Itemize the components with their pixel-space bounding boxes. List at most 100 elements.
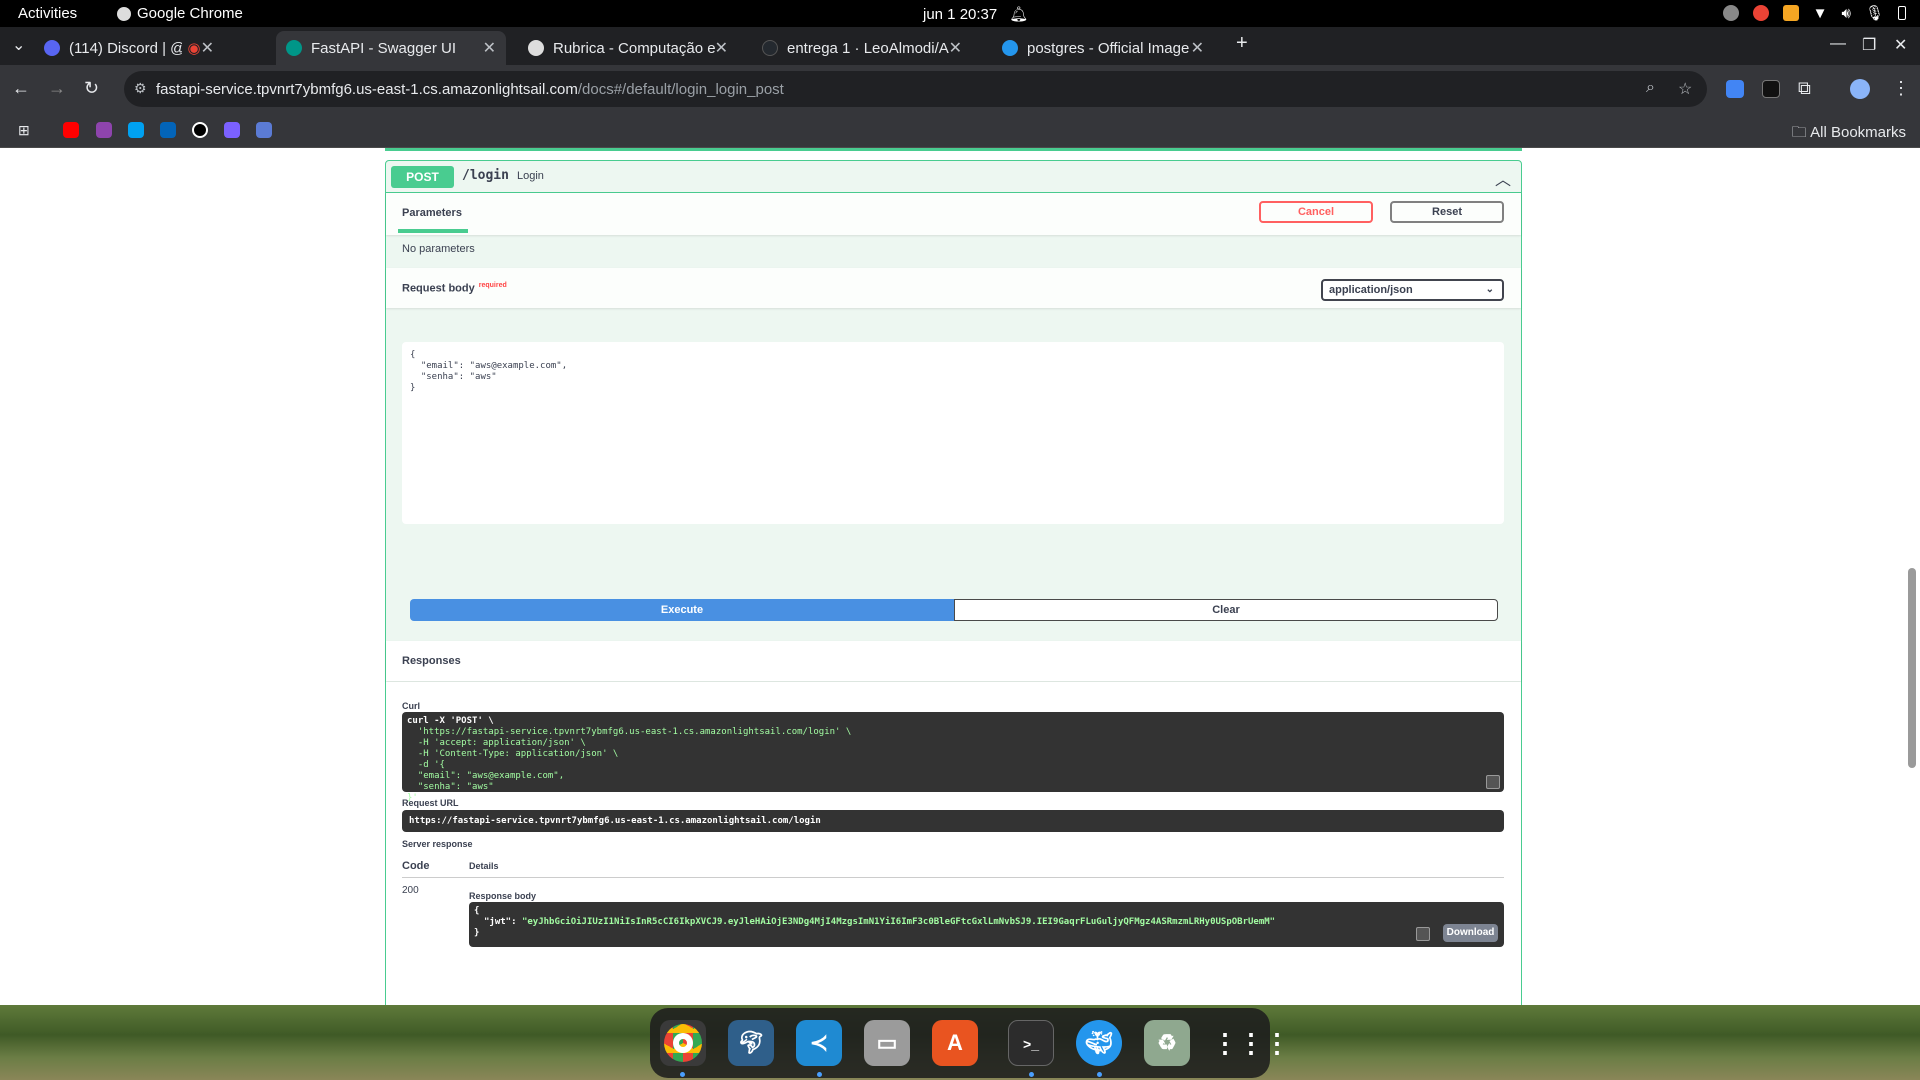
close-tab-icon[interactable]: ✕ <box>715 38 728 58</box>
activities-button[interactable]: Activities <box>18 5 77 22</box>
app-menu[interactable]: Google Chrome <box>117 5 243 22</box>
execute-button[interactable]: Execute <box>410 599 954 621</box>
forward-icon[interactable]: → <box>48 78 66 99</box>
parameters-header: Parameters Cancel Reset <box>386 193 1521 235</box>
copy-icon[interactable] <box>1416 927 1430 941</box>
no-parameters-text: No parameters <box>402 243 475 255</box>
chevron-up-icon[interactable]: ︿ <box>1495 166 1511 190</box>
tab-rubrica[interactable]: Rubrica - Computação er ✕ <box>518 31 738 65</box>
address-bar[interactable]: ⚙︎ fastapi-service.tpvnrt7ybmfg6.us-east… <box>124 71 1707 107</box>
youtube-bookmark-icon[interactable] <box>63 122 79 138</box>
tab-title: entrega 1 · LeoAlmodi/A <box>787 39 949 57</box>
response-body-block[interactable]: {"jwt": "eyJhbGciOiJIUzI1NiIsInR5cCI6Ikp… <box>469 902 1504 947</box>
response-key: "jwt": <box>484 917 522 927</box>
new-tab-icon[interactable]: + <box>1236 32 1248 55</box>
curl-line: "senha": "aws" <box>407 782 494 792</box>
notification-bell-icon: 🔔︎ <box>1009 6 1029 23</box>
outlook-bookmark-icon[interactable] <box>160 122 176 138</box>
profile-avatar[interactable] <box>1850 79 1870 99</box>
docker-hub-favicon-icon <box>1002 40 1018 56</box>
recording-icon: ◉ <box>187 40 201 57</box>
site-info-icon[interactable]: ⚙︎ <box>134 80 147 97</box>
microphone-icon[interactable]: 🎙︎ <box>1865 4 1884 22</box>
rubrica-favicon-icon <box>528 40 544 56</box>
update-tray-icon[interactable] <box>1782 5 1799 21</box>
all-bookmarks-label: All Bookmarks <box>1810 124 1906 141</box>
app-menu-label: Google Chrome <box>137 5 243 22</box>
request-url-block[interactable]: https://fastapi-service.tpvnrt7ybmfg6.us… <box>402 810 1504 832</box>
tab-search-icon[interactable]: ⌄ <box>12 35 25 55</box>
chrome-tray-icon[interactable] <box>1752 5 1769 21</box>
tab-postgres[interactable]: postgres - Official Image ✕ <box>992 31 1214 65</box>
cancel-button[interactable]: Cancel <box>1259 201 1373 223</box>
datetime: jun 1 20:37 <box>923 5 998 23</box>
close-window-icon[interactable]: ✕ <box>1894 35 1907 55</box>
copy-icon[interactable] <box>1486 775 1500 789</box>
bookmarks-bar: ⊞ 🗀︎ All Bookmarks <box>0 113 1920 148</box>
system-top-bar: Activities Google Chrome jun 1 20:37 🔔︎ … <box>0 0 1920 27</box>
curl-code-block[interactable]: curl -X 'POST' \ 'https://fastapi-servic… <box>402 712 1504 803</box>
close-tab-icon[interactable]: ✕ <box>1191 38 1204 58</box>
extensions-puzzle-icon[interactable]: ⧉ <box>1798 78 1811 99</box>
bookmark-icon[interactable] <box>256 122 272 138</box>
tab-parameters[interactable]: Parameters <box>402 207 462 219</box>
zoom-icon[interactable]: ⌕ <box>1646 79 1655 97</box>
terminal-dock-icon[interactable]: >_ <box>1008 1020 1054 1066</box>
openai-bookmark-icon[interactable] <box>192 122 208 138</box>
show-apps-icon[interactable]: ⋮⋮⋮ <box>1212 1020 1290 1066</box>
clock[interactable]: jun 1 20:37 🔔︎ <box>923 5 1029 24</box>
previous-operation-edge <box>385 148 1522 151</box>
chrome-dock-icon[interactable] <box>660 1020 706 1066</box>
mysql-workbench-dock-icon[interactable]: 🐬︎ <box>728 1020 774 1066</box>
close-tab-icon[interactable]: ✕ <box>483 38 496 58</box>
battery-icon[interactable] <box>1898 6 1906 20</box>
extension-icon[interactable] <box>1762 80 1780 98</box>
close-tab-icon[interactable]: ✕ <box>949 38 962 58</box>
bookmark-icon[interactable] <box>96 122 112 138</box>
bookmark-star-icon[interactable]: ☆ <box>1678 79 1692 99</box>
maximize-icon[interactable]: ❐ <box>1862 35 1876 55</box>
request-body-title: Request body <box>402 282 475 295</box>
vscode-dock-icon[interactable]: ≺ <box>796 1020 842 1066</box>
system-tray[interactable]: ▼ 🔊︎ 🎙︎ <box>1722 4 1906 22</box>
volume-icon[interactable]: 🔊︎ <box>1842 5 1851 22</box>
minimize-icon[interactable]: — <box>1830 35 1846 53</box>
bookmark-icon[interactable] <box>224 122 240 138</box>
files-dock-icon[interactable]: ▭ <box>864 1020 910 1066</box>
close-tab-icon[interactable]: ✕ <box>201 38 214 58</box>
running-indicator <box>680 1072 685 1077</box>
tab-title: FastAPI - Swagger UI <box>311 39 457 57</box>
response-open-brace: { <box>474 906 480 916</box>
responses-title: Responses <box>402 655 461 667</box>
tab-discord[interactable]: (114) Discord | @acal ◉ ✕ <box>34 31 224 65</box>
operation-summary[interactable]: POST /login Login ︿ <box>386 161 1521 193</box>
page-viewport[interactable]: POST /login Login ︿ Parameters Cancel Re… <box>0 148 1920 1005</box>
dock: 🐬︎ ≺ ▭ A >_ 🐳︎ ♻ ⋮⋮⋮ <box>650 1008 1290 1078</box>
docker-dock-icon[interactable]: 🐳︎ <box>1076 1020 1122 1066</box>
apps-grid-icon[interactable]: ⊞ <box>18 122 34 138</box>
wifi-icon[interactable]: ▼ <box>1813 5 1828 22</box>
content-type-select[interactable]: application/json ⌄ <box>1321 279 1504 301</box>
chrome-menu-icon[interactable]: ⋮ <box>1892 78 1910 99</box>
reload-icon[interactable]: ↻ <box>84 78 99 99</box>
curl-line: curl -X 'POST' \ <box>407 716 494 726</box>
reset-button[interactable]: Reset <box>1390 201 1504 223</box>
page-scrollbar[interactable] <box>1908 158 1916 993</box>
tab-github[interactable]: entrega 1 · LeoAlmodi/A ✕ <box>752 31 972 65</box>
back-icon[interactable]: ← <box>12 78 30 99</box>
translate-extension-icon[interactable] <box>1726 80 1744 98</box>
code-column-header: Code <box>402 860 430 872</box>
scrollbar-thumb[interactable] <box>1908 568 1916 768</box>
bookmark-icon[interactable] <box>128 122 144 138</box>
trash-dock-icon[interactable]: ♻ <box>1144 1020 1190 1066</box>
content-type-value: application/json <box>1329 284 1413 296</box>
response-body-label: Response body <box>469 891 537 901</box>
request-body-editor[interactable]: { "email": "aws@example.com", "senha": "… <box>402 342 1504 524</box>
all-bookmarks-button[interactable]: 🗀︎ All Bookmarks <box>1792 122 1906 147</box>
app-center-dock-icon[interactable]: A <box>932 1020 978 1066</box>
response-code: 200 <box>402 885 419 896</box>
download-button[interactable]: Download <box>1443 924 1498 942</box>
tab-swagger[interactable]: FastAPI - Swagger UI ✕ <box>276 31 506 65</box>
docker-tray-icon[interactable] <box>1722 5 1739 21</box>
clear-button[interactable]: Clear <box>954 599 1498 621</box>
